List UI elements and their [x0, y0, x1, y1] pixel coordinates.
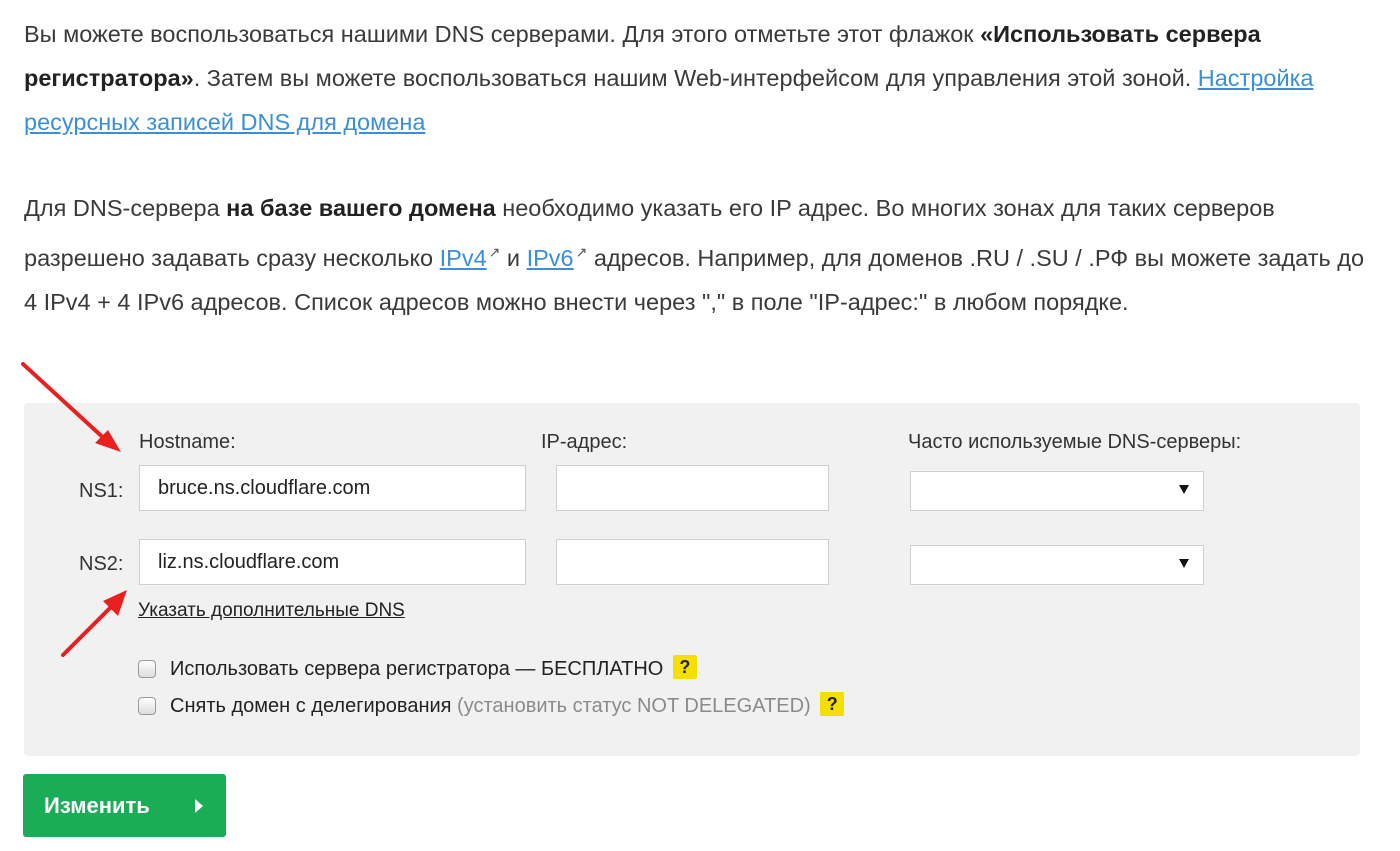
intro-text-2: . Затем вы можете воспользоваться нашим … [193, 65, 1198, 91]
info-and: и [500, 244, 527, 271]
ns1-dns-select[interactable] [910, 471, 1204, 511]
ns2-label: NS2: [79, 553, 124, 575]
registrar-dns-option: Использовать сервера регистратора — БЕСП… [138, 655, 697, 681]
info-bold: на базе вашего домена [226, 195, 496, 221]
dns-servers-column-label: Часто используемые DNS-серверы: [908, 431, 1242, 453]
chevron-down-icon [1179, 559, 1189, 568]
registrar-dns-checkbox[interactable] [138, 660, 156, 678]
undelegate-note: (установить статус NOT DELEGATED) [457, 695, 811, 717]
undelegate-label: Снять домен с делегирования [170, 695, 458, 717]
undelegate-option: Снять домен с делегирования (установить … [138, 692, 845, 718]
ns2-hostname-input[interactable] [139, 539, 526, 585]
ns1-label: NS1: [79, 480, 124, 502]
hostname-column-label: Hostname: [139, 431, 236, 453]
help-icon[interactable]: ? [820, 692, 845, 716]
ns2-dns-select[interactable] [910, 545, 1204, 585]
info-text-1: Для DNS-сервера [24, 195, 227, 221]
ip-column-label: IP-адрес: [541, 431, 628, 453]
ipv6-link[interactable]: IPv6 [527, 245, 574, 271]
intro-paragraph: Вы можете воспользоваться нашими DNS сер… [24, 12, 1374, 144]
ipv4-link[interactable]: IPv4 [440, 245, 487, 271]
external-link-icon: ↗ [488, 244, 501, 260]
add-more-dns-link[interactable]: Указать дополнительные DNS [138, 600, 405, 622]
play-arrow-icon [195, 799, 203, 813]
submit-change-button[interactable]: Изменить [23, 774, 226, 837]
help-icon[interactable]: ? [672, 655, 697, 679]
info-paragraph: Для DNS-сервера на базе вашего домена не… [24, 186, 1374, 324]
registrar-dns-label: Использовать сервера регистратора — БЕСП… [170, 658, 664, 680]
ns1-hostname-input[interactable] [139, 465, 526, 511]
external-link-icon: ↗ [575, 244, 588, 260]
submit-button-label: Изменить [44, 793, 150, 818]
ns2-ip-input[interactable] [556, 539, 829, 585]
ns1-ip-input[interactable] [556, 465, 829, 511]
intro-text-1: Вы можете воспользоваться нашими DNS сер… [24, 21, 981, 47]
undelegate-checkbox[interactable] [138, 697, 156, 715]
chevron-down-icon [1179, 485, 1189, 494]
